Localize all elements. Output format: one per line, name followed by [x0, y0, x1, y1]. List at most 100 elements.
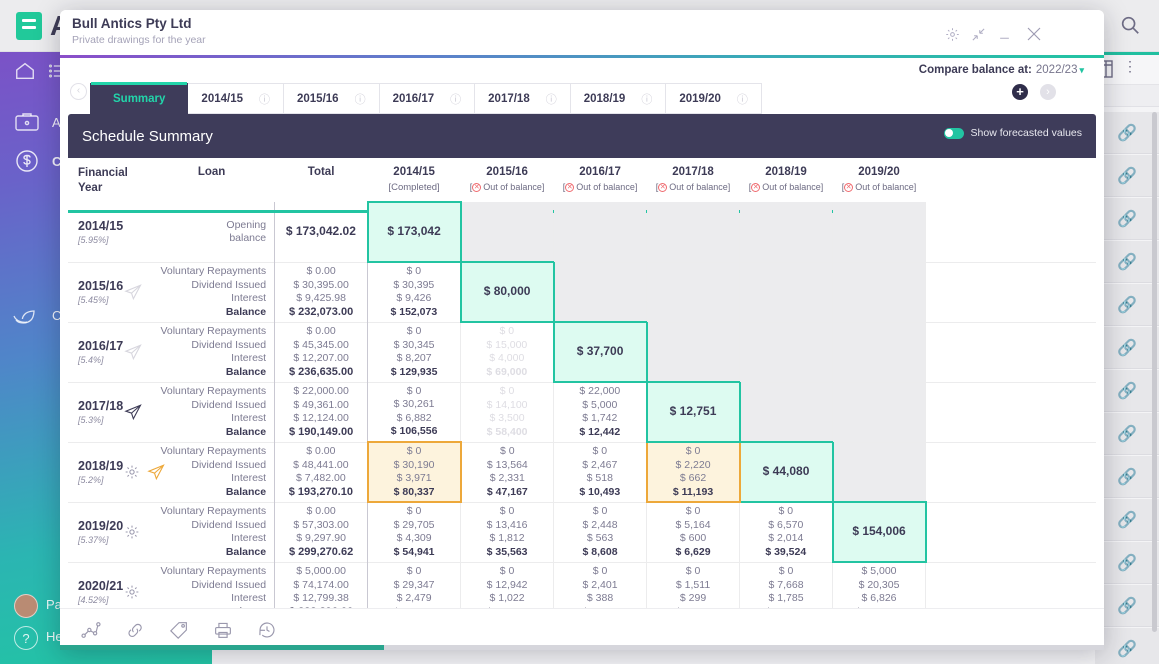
show-forecasted-values-toggle[interactable]: Show forecasted values: [944, 127, 1082, 139]
next-arrow-button[interactable]: ›: [1040, 84, 1056, 100]
info-icon[interactable]: ⓘ: [546, 91, 557, 107]
total-value: $ 57,303.00: [275, 519, 367, 533]
cell-2015-16[interactable]: $ 0$ 13,564$ 2,331$ 47,167: [461, 442, 554, 502]
cell-value: $ 2,401: [554, 579, 646, 593]
avatar[interactable]: [14, 594, 38, 618]
total-value: $ 48,441.00: [275, 459, 366, 473]
search-icon[interactable]: [1119, 14, 1141, 36]
home-icon[interactable]: [14, 60, 36, 82]
table-row[interactable]: 2015/16[5.45%]Voluntary RepaymentsDivide…: [68, 262, 1096, 322]
list-item[interactable]: 🔗: [1095, 198, 1159, 240]
col-label: Loan: [198, 166, 225, 178]
link-icon[interactable]: [124, 619, 146, 641]
total-value: $ 22,000.00: [275, 385, 367, 399]
list-item[interactable]: 🔗: [1095, 155, 1159, 197]
cell-2014-15[interactable]: $ 0$ 29,705$ 4,309$ 54,941: [368, 502, 461, 562]
list-item[interactable]: 🔗: [1095, 413, 1159, 455]
cell-2016-17[interactable]: $ 0$ 2,467$ 518$ 10,493: [554, 442, 647, 502]
cell-2015-16[interactable]: $ 0$ 13,416$ 1,812$ 35,563: [461, 502, 554, 562]
gear-icon[interactable]: [124, 464, 140, 480]
column-header-2017-18: 2017/18[✕Out of balance]: [647, 158, 740, 202]
cell-2014-15[interactable]: $ 0$ 30,190$ 3,971$ 80,337: [368, 442, 461, 502]
cell-2014-15[interactable]: $ 173,042: [368, 202, 461, 262]
history-icon[interactable]: [256, 619, 278, 641]
collapse-arrows-icon[interactable]: [968, 24, 988, 44]
minimize-icon[interactable]: [994, 24, 1014, 44]
cell-value: $ 3,500: [461, 412, 553, 426]
more-vertical-icon[interactable]: ⋮: [1123, 61, 1137, 71]
list-item[interactable]: 🔗: [1095, 456, 1159, 498]
gear-icon[interactable]: [124, 524, 140, 540]
list-item[interactable]: 🔗: [1095, 241, 1159, 283]
tab-2019-20[interactable]: 2019/20ⓘ: [666, 83, 762, 114]
list-item[interactable]: 🔗: [1095, 499, 1159, 541]
gear-icon[interactable]: [124, 584, 140, 600]
list-item[interactable]: 🔗: [1095, 542, 1159, 584]
tag-icon[interactable]: [168, 619, 190, 641]
tab-label: 2014/15: [201, 93, 243, 105]
cell-2017-18[interactable]: $ 0$ 2,220$ 662$ 11,193: [647, 442, 740, 502]
scrollbar-thumb[interactable]: [60, 645, 384, 650]
table-row[interactable]: 2016/17[5.4%]Voluntary RepaymentsDividen…: [68, 322, 1096, 382]
status-out-of-balance: [✕Out of balance]: [467, 182, 548, 192]
vertical-scrollbar[interactable]: [1152, 112, 1157, 632]
info-icon[interactable]: ⓘ: [737, 91, 748, 107]
add-year-button[interactable]: +: [1012, 84, 1028, 100]
cell-2015-16[interactable]: $ 80,000: [461, 262, 554, 322]
list-item[interactable]: 🔗: [1095, 284, 1159, 326]
year-tabs: Summary2014/15ⓘ2015/16ⓘ2016/17ⓘ2017/18ⓘ2…: [90, 83, 762, 114]
cell-2014-15[interactable]: $ 0$ 30,345$ 8,207$ 129,935: [368, 322, 461, 382]
cell-value: $ 388: [554, 592, 646, 606]
table-row[interactable]: 2018/19[5.2%]Voluntary RepaymentsDividen…: [68, 442, 1096, 502]
cell-2015-16[interactable]: $ 0$ 14,100$ 3,500$ 58,400: [461, 382, 554, 442]
info-icon[interactable]: ⓘ: [259, 91, 270, 107]
tab-2014-15[interactable]: 2014/15 ⓘ: [188, 83, 284, 114]
cell-value: $ 0: [461, 505, 553, 519]
horizontal-scrollbar[interactable]: [60, 645, 1104, 650]
cell-2016-17[interactable]: $ 0$ 2,448$ 563$ 8,608: [554, 502, 647, 562]
tab-summary[interactable]: Summary: [90, 83, 188, 114]
table-row[interactable]: 2019/20[5.37%]Voluntary RepaymentsDivide…: [68, 502, 1096, 562]
toggle-switch[interactable]: [944, 128, 964, 139]
list-item[interactable]: 🔗: [1095, 370, 1159, 412]
list-item[interactable]: 🔗: [1095, 628, 1159, 664]
send-icon[interactable]: [124, 283, 142, 301]
table-row[interactable]: 2017/18[5.3%]Voluntary RepaymentsDividen…: [68, 382, 1096, 442]
tab-2016-17[interactable]: 2016/17ⓘ: [380, 83, 476, 114]
info-icon[interactable]: ⓘ: [355, 91, 366, 107]
info-icon[interactable]: ⓘ: [450, 91, 461, 107]
send-icon[interactable]: [124, 403, 142, 421]
chevron-down-icon[interactable]: ▾: [1079, 65, 1084, 75]
tab-2015-16[interactable]: 2015/16ⓘ: [284, 83, 380, 114]
list-item[interactable]: 🔗: [1095, 327, 1159, 369]
cell-2019-20[interactable]: $ 154,006: [833, 502, 926, 562]
help-icon[interactable]: ?: [14, 626, 38, 650]
cell-2016-17[interactable]: $ 22,000$ 5,000$ 1,742$ 12,442: [554, 382, 647, 442]
list-item[interactable]: 🔗: [1095, 112, 1159, 154]
print-icon[interactable]: [212, 619, 234, 641]
tab-2017-18[interactable]: 2017/18ⓘ: [475, 83, 571, 114]
info-icon[interactable]: ⓘ: [641, 91, 652, 107]
send-icon[interactable]: [124, 343, 142, 361]
cell-2017-18[interactable]: $ 0$ 5,164$ 600$ 6,629: [647, 502, 740, 562]
gear-icon[interactable]: [942, 24, 962, 44]
send-icon[interactable]: [147, 463, 165, 481]
list-item[interactable]: 🔗: [1095, 585, 1159, 627]
cell-value: $ 29,347: [368, 579, 460, 593]
tab-2018-19[interactable]: 2018/19ⓘ: [571, 83, 667, 114]
cell-2015-16[interactable]: $ 0$ 15,000$ 4,000$ 69,000: [461, 322, 554, 382]
close-icon[interactable]: [1024, 24, 1044, 44]
cell-2016-17[interactable]: $ 37,700: [554, 322, 647, 382]
cell-value: $ 0: [554, 505, 646, 519]
dollar-circle-icon[interactable]: [14, 148, 40, 174]
leaf-hand-icon[interactable]: [12, 302, 42, 328]
compare-balance-control[interactable]: Compare balance at:2022/23▾: [919, 64, 1084, 76]
cell-2014-15[interactable]: $ 0$ 30,261$ 6,882$ 106,556: [368, 382, 461, 442]
cell-2018-19[interactable]: $ 0$ 6,570$ 2,014$ 39,524: [740, 502, 833, 562]
cell-2014-15[interactable]: $ 0$ 30,395$ 9,426$ 152,073: [368, 262, 461, 322]
cell-2017-18[interactable]: $ 12,751: [647, 382, 740, 442]
chart-line-icon[interactable]: [80, 619, 102, 641]
briefcase-icon[interactable]: [14, 110, 40, 134]
prev-arrow-button[interactable]: ‹: [70, 83, 87, 100]
cell-2018-19[interactable]: $ 44,080: [740, 442, 833, 502]
